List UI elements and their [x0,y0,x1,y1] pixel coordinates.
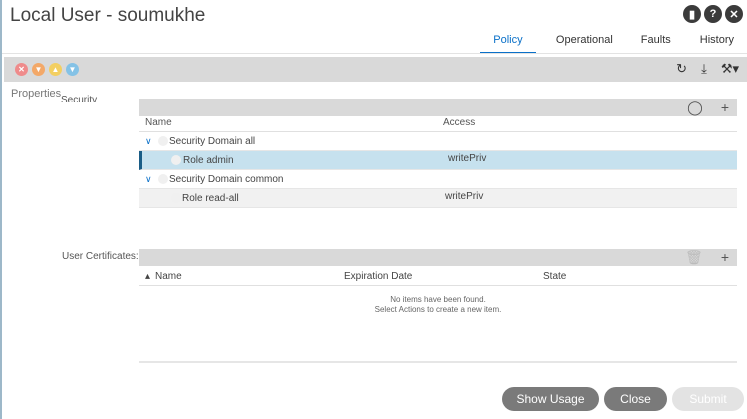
download-icon[interactable]: ⤓ [701,61,707,77]
row-access: writePriv [445,191,484,202]
tab-divider [2,53,747,54]
trash-icon[interactable]: 🗑 [685,249,703,266]
user-certificates-panel: 🗑 + ▴ Name Expiration Date State No item… [139,249,737,315]
column-name[interactable]: Name [155,271,182,282]
chevron-down-icon[interactable]: ∨ [145,136,152,147]
security-domains-toolbar: ◯ + [139,99,737,116]
tree-row-domain-all[interactable]: ∨ Security Domain all [139,132,737,151]
user-certificates-header: ▴ Name Expiration Date State [139,266,737,286]
table-divider [139,361,737,363]
refresh-icon[interactable]: ↻ [676,61,687,77]
tree-row-role-read-all[interactable]: Role read-all writePriv [139,189,737,208]
column-name[interactable]: Name [145,117,172,128]
security-domains-label: Security Domains: [61,95,98,102]
user-certificates-toolbar: 🗑 + [139,249,737,266]
empty-state-line: No items have been found. [390,295,486,304]
minor-fault-icon[interactable]: ▲ [49,63,62,76]
security-domains-header: Name Access [139,117,737,132]
domain-icon [158,136,168,146]
tab-history[interactable]: History [700,34,734,54]
show-usage-button[interactable]: Show Usage [502,387,599,411]
role-icon [171,193,181,203]
chevron-down-icon[interactable]: ∨ [145,174,152,185]
row-name: Role read-all [182,193,239,204]
critical-fault-icon[interactable]: ✕ [15,63,28,76]
tab-faults[interactable]: Faults [641,34,671,54]
tree-row-domain-common[interactable]: ∨ Security Domain common [139,170,737,189]
major-fault-icon[interactable]: ▼ [32,63,45,76]
column-expiration-date[interactable]: Expiration Date [344,271,412,282]
row-name: Security Domain common [169,174,284,185]
close-button[interactable]: Close [604,387,667,411]
tab-policy[interactable]: Policy [479,34,536,54]
row-access: writePriv [448,153,487,164]
column-state[interactable]: State [543,271,566,282]
empty-state: No items have been found. Select Actions… [139,295,737,315]
domain-icon [158,174,168,184]
help-icon[interactable]: ? [704,5,722,23]
role-icon [171,155,181,165]
security-domains-panel: ◯ + Name Access ∨ Security Domain all Ro… [139,99,737,208]
tab-bar: Policy Operational Faults History [479,34,747,54]
tools-icon[interactable]: ⚒▾ [721,61,739,77]
sort-ascending-icon[interactable]: ▴ [145,271,150,282]
add-icon[interactable]: + [721,99,729,116]
bookmark-icon[interactable]: ▮ [683,5,701,23]
add-icon[interactable]: + [721,249,729,266]
properties-heading: Properties [11,88,62,100]
row-name: Security Domain all [169,136,256,147]
column-access[interactable]: Access [443,117,475,128]
empty-state-hint: Select Actions to create a new item. [374,305,502,314]
user-certificates-label: User Certificates: [62,251,139,262]
tree-row-role-admin[interactable]: Role admin writePriv [139,151,737,170]
fault-counters: ✕ ▼ ▲ ▼ [15,63,79,76]
close-icon[interactable]: ✕ [725,5,743,23]
refresh-icon[interactable]: ◯ [687,99,703,116]
warning-fault-icon[interactable]: ▼ [66,63,79,76]
submit-button[interactable]: Submit [672,387,744,411]
row-name: Role admin [183,155,234,166]
dialog-title: Local User - soumukhe [10,5,206,26]
header-icons: ▮ ? ✕ [683,5,743,23]
tab-operational[interactable]: Operational [556,34,613,54]
toolbar: ✕ ▼ ▲ ▼ ↻ ⤓ ⚒▾ [4,57,747,82]
local-user-dialog: Local User - soumukhe ▮ ? ✕ Policy Opera… [0,0,747,419]
toolbar-actions: ↻ ⤓ ⚒▾ [676,61,739,77]
